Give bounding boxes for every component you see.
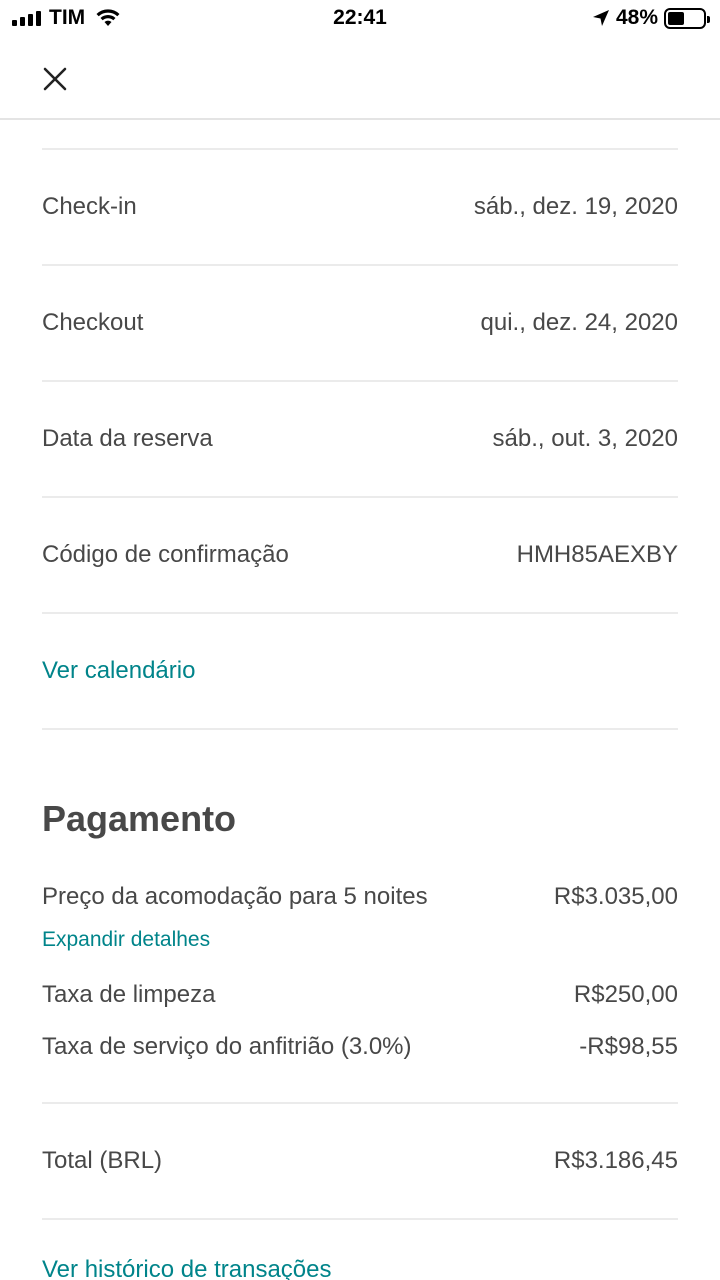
close-icon — [43, 67, 67, 91]
reservation-details: Check-in sáb., dez. 19, 2020 Checkout qu… — [42, 120, 678, 1280]
lodging-price-value: R$3.035,00 — [553, 883, 678, 910]
divider — [42, 728, 678, 730]
cleaning-fee-label: Taxa de limpeza — [42, 981, 216, 1008]
view-calendar-link[interactable]: Ver calendário — [42, 614, 678, 728]
booking-date-label: Data da reserva — [42, 425, 213, 452]
service-fee-row: Taxa de serviço do anfitrião (3.0%) -R$9… — [42, 1032, 678, 1062]
location-arrow-icon — [592, 10, 609, 26]
close-button[interactable] — [34, 58, 76, 100]
detail-row-booking-date: Data da reserva sáb., out. 3, 2020 — [42, 382, 678, 496]
cleaning-fee-value: R$250,00 — [573, 981, 678, 1008]
total-row: Total (BRL) R$3.186,45 — [42, 1104, 678, 1218]
cleaning-fee-row: Taxa de limpeza R$250,00 — [42, 980, 678, 1010]
status-right: 48% — [592, 6, 710, 30]
detail-row-confirmation-code: Código de confirmação HMH85AEXBY — [42, 498, 678, 612]
transaction-history-link[interactable]: Ver histórico de transações — [42, 1256, 678, 1280]
service-fee-label: Taxa de serviço do anfitrião (3.0%) — [42, 1033, 412, 1060]
battery-icon — [664, 7, 710, 29]
service-fee-value: -R$98,55 — [579, 1033, 678, 1060]
expand-details-link[interactable]: Expandir detalhes — [42, 928, 678, 956]
divider — [42, 1218, 678, 1220]
detail-row-checkin: Check-in sáb., dez. 19, 2020 — [42, 150, 678, 264]
confirmation-code-value: HMH85AEXBY — [516, 541, 678, 568]
payment-title: Pagamento — [42, 798, 237, 839]
battery-nub — [707, 15, 710, 23]
checkin-label: Check-in — [42, 193, 137, 220]
booking-date-value: sáb., out. 3, 2020 — [492, 425, 678, 452]
status-bar: TIM 22:41 48% — [0, 0, 720, 38]
checkout-label: Checkout — [42, 309, 144, 336]
battery-percent: 48% — [615, 6, 658, 29]
lodging-price-row: Preço da acomodação para 5 noites R$3.03… — [42, 882, 678, 912]
checkin-value: sáb., dez. 19, 2020 — [473, 193, 678, 220]
detail-row-checkout: Checkout qui., dez. 24, 2020 — [42, 266, 678, 380]
nav-bar — [0, 38, 720, 120]
total-label: Total (BRL) — [42, 1147, 163, 1174]
confirmation-code-label: Código de confirmação — [42, 541, 289, 568]
total-value: R$3.186,45 — [553, 1147, 678, 1174]
checkout-value: qui., dez. 24, 2020 — [480, 309, 678, 336]
lodging-price-label: Preço da acomodação para 5 noites — [42, 883, 428, 910]
battery-fill — [668, 11, 685, 25]
